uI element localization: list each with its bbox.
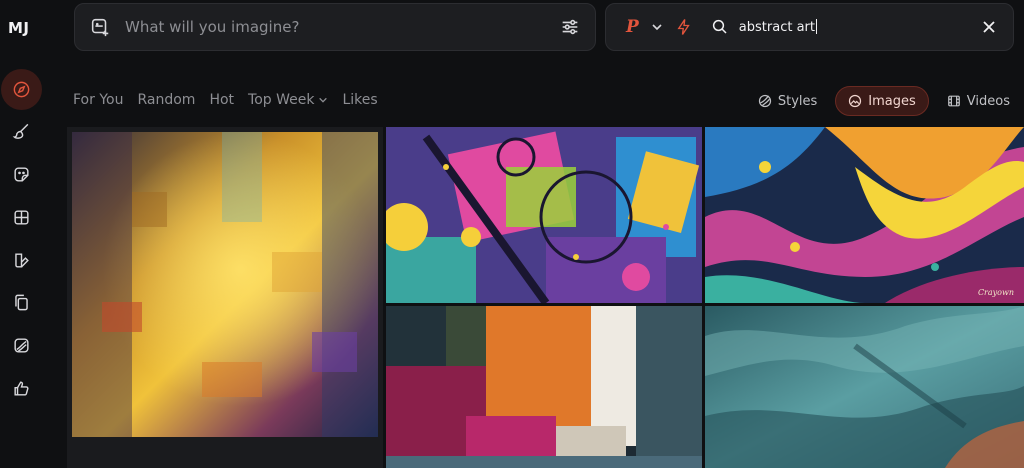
gallery-image-impasto[interactable] (72, 132, 378, 437)
sticker-icon (14, 166, 29, 182)
search-icon (712, 19, 727, 34)
close-icon[interactable] (981, 19, 997, 35)
gallery-image-brush[interactable] (386, 306, 702, 468)
sidebar-item-create[interactable] (0, 111, 43, 151)
view-toggle: Styles Images Videos (752, 86, 1016, 116)
videos-label: Videos (966, 93, 1010, 109)
palette-icon (758, 94, 771, 108)
tab-top-week[interactable]: Top Week (248, 92, 328, 108)
images-label: Images (868, 93, 916, 109)
tab-label: Likes (342, 92, 378, 108)
lightning-icon[interactable] (675, 18, 693, 36)
images-button[interactable]: Images (835, 86, 929, 116)
tab-label: Random (137, 92, 196, 108)
tab-likes[interactable]: Likes (342, 92, 377, 108)
videos-button[interactable]: Videos (941, 86, 1016, 116)
gallery-image-fluid[interactable]: Crayown (705, 127, 1024, 303)
edit-icon (15, 252, 29, 268)
sidebar-item-edit[interactable] (0, 154, 43, 194)
filter-tabs: For You Random Hot Top Week Likes (73, 92, 378, 108)
sidebar-item-personalize[interactable] (0, 240, 43, 280)
styles-label: Styles (777, 93, 818, 109)
prompt-input[interactable]: What will you imagine? (125, 18, 559, 36)
sidebar-item-explore[interactable] (0, 68, 43, 110)
tab-label: Hot (209, 92, 235, 108)
app-logo[interactable]: MJ (8, 19, 30, 37)
grid-icon (14, 209, 29, 225)
fluid-abstract-image (705, 127, 1024, 303)
styles-button[interactable]: Styles (752, 86, 823, 116)
sidebar-item-moodboards[interactable] (0, 282, 43, 322)
tab-label: For You (73, 92, 124, 108)
compass-icon (13, 81, 30, 97)
image-icon (849, 94, 862, 108)
prompt-bar: What will you imagine? (74, 3, 596, 51)
impasto-abstract-image (72, 132, 378, 437)
text-cursor (815, 19, 817, 34)
copy-icon (15, 294, 28, 310)
add-image-icon[interactable] (89, 16, 111, 38)
sidebar: MJ (0, 0, 43, 468)
teal-abstract-image (705, 306, 1024, 468)
brush-icon (12, 123, 29, 139)
search-bar: P abstract art (605, 3, 1014, 51)
tab-label: Top Week (248, 92, 315, 108)
tab-random[interactable]: Random (137, 92, 195, 108)
gallery-image-teal[interactable] (705, 306, 1024, 468)
sidebar-item-styles[interactable] (0, 325, 43, 365)
texture-icon (14, 337, 29, 353)
tab-hot[interactable]: Hot (209, 92, 234, 108)
search-query: abstract art (738, 20, 815, 35)
tab-for-you[interactable]: For You (73, 92, 123, 108)
search-input[interactable]: abstract art (739, 19, 981, 35)
brush-abstract-image (386, 306, 702, 468)
gallery-image-geometric[interactable] (386, 127, 702, 303)
chevron-down-icon (319, 97, 328, 103)
thumbs-up-icon (14, 380, 29, 396)
geometric-abstract-image (386, 127, 702, 303)
artist-signature: Crayown (977, 288, 1014, 297)
chevron-down-icon[interactable] (651, 21, 663, 33)
sidebar-item-likes[interactable] (0, 368, 43, 408)
film-icon (947, 95, 960, 107)
sidebar-item-organize[interactable] (0, 197, 43, 237)
profile-badge[interactable]: P (626, 17, 639, 37)
settings-sliders-icon[interactable] (559, 16, 581, 38)
